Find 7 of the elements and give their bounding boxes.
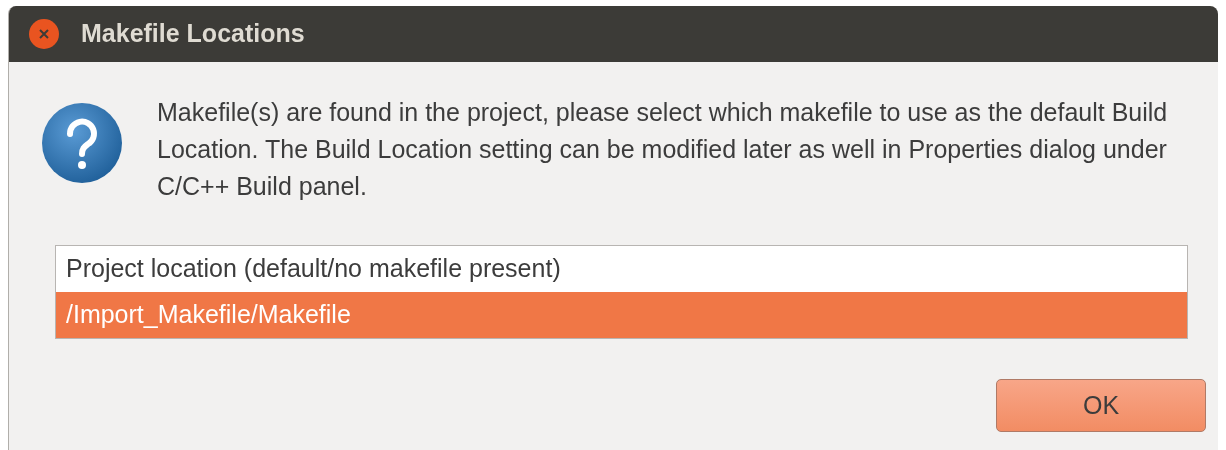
window-title: Makefile Locations <box>81 18 305 50</box>
ok-button[interactable]: OK <box>996 379 1206 432</box>
question-icon <box>41 102 123 184</box>
close-button[interactable] <box>29 19 59 49</box>
close-icon <box>38 28 50 40</box>
message-text: Makefile(s) are found in the project, please select which makefile to use as the default Build Location. The Build Location setting can be modified later as well in Properties dialog under C/C++ Build panel. <box>157 97 1169 202</box>
list-item[interactable]: /Import_Makefile/Makefile <box>56 292 1187 338</box>
